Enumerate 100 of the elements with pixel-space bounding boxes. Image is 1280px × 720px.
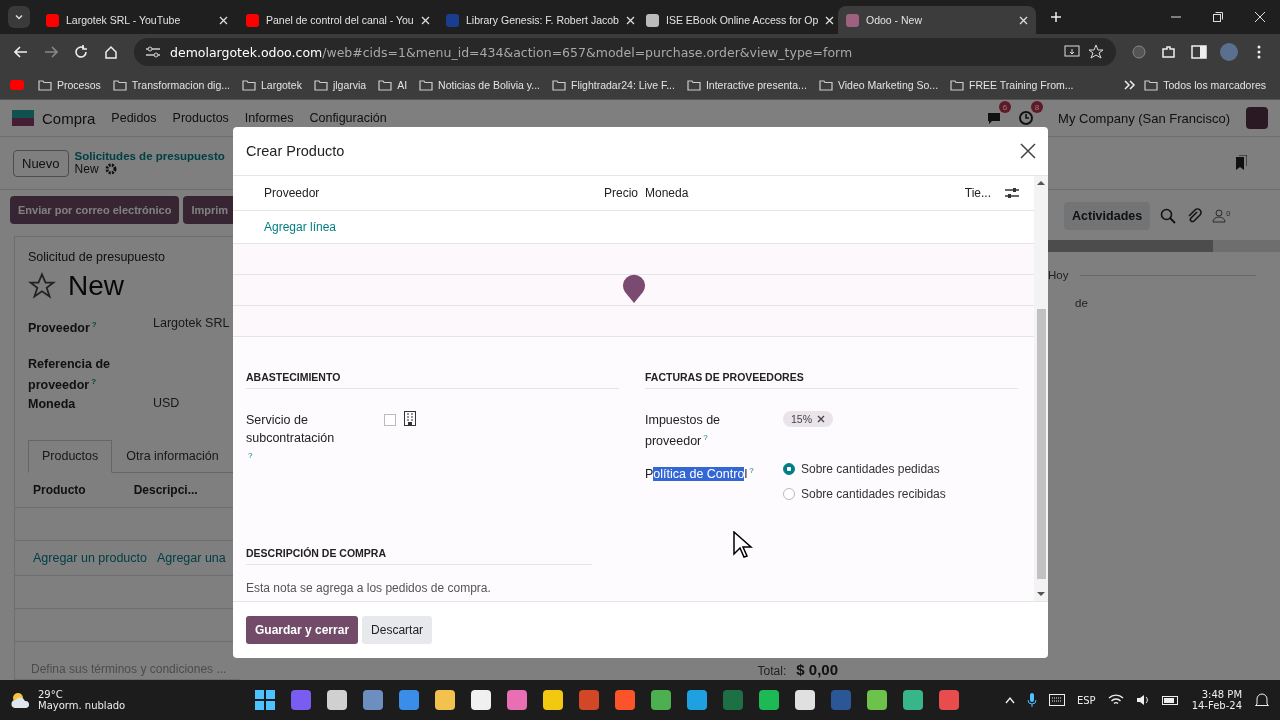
user-avatar[interactable] (1246, 107, 1268, 129)
checkbox[interactable] (384, 414, 396, 426)
favicon-icon (846, 13, 859, 27)
browser-tab[interactable]: Largotek SRL - YouTube (38, 6, 236, 34)
bookmark-icon[interactable] (1235, 155, 1247, 171)
app-name[interactable]: Compra (42, 109, 96, 127)
form-tab[interactable]: Productos (28, 440, 113, 473)
paperclip-icon[interactable] (1186, 208, 1203, 224)
weather-text: Mayorm. nublado (38, 700, 126, 711)
tax-tag[interactable]: 15% (783, 411, 833, 427)
bookmark[interactable]: AI (374, 78, 412, 91)
clock-icon[interactable] (1018, 110, 1035, 126)
building-icon (404, 411, 416, 426)
dialog-title: Crear Producto (246, 143, 345, 159)
chat-count-badge: 6 (999, 101, 1012, 113)
browser-tab[interactable]: Library Genesis: F. Robert Jacob (438, 6, 636, 34)
person-icon[interactable] (1212, 209, 1227, 223)
battery-icon[interactable] (1161, 694, 1180, 706)
description-field[interactable]: Esta nota se agrega a los pedidos de compra. (246, 581, 1034, 596)
favicon-icon (46, 13, 59, 27)
chatter-message: de (1074, 296, 1089, 309)
menu-item[interactable]: Productos (172, 111, 229, 125)
bookmark[interactable]: jlgarvia (309, 78, 371, 91)
scroll-down-icon[interactable] (1037, 591, 1045, 597)
field-value[interactable]: USD (153, 396, 180, 436)
mouse-cursor-icon (733, 531, 753, 559)
radio-option[interactable]: Sobre cantidades recibidas (783, 487, 946, 502)
column-header: Producto (33, 483, 86, 497)
field-label: Proveedor $^{?}$ (28, 319, 98, 338)
temperature: 29°C (38, 689, 64, 700)
record-title: New (68, 270, 124, 302)
video-play-icon[interactable] (10, 79, 24, 90)
company-name[interactable]: My Company (San Francisco) (1058, 110, 1230, 126)
discard-button[interactable]: Descartar (362, 616, 433, 644)
menu-item[interactable]: Pedidos (111, 111, 157, 125)
bookmark[interactable]: Transformacion dig... (108, 78, 234, 91)
favicon-icon (646, 13, 659, 27)
close-icon[interactable] (1020, 143, 1036, 159)
column-header: Tie... (964, 186, 991, 200)
radio-option[interactable]: Sobre cantidades pedidas (783, 462, 946, 477)
field-value[interactable]: Largotek SRL (153, 316, 230, 356)
notification-bell-icon[interactable] (1254, 692, 1270, 708)
site-settings-icon[interactable] (146, 46, 160, 58)
column-settings-icon[interactable] (1005, 187, 1019, 199)
menu-item[interactable]: Configuración (309, 111, 387, 125)
browser-tab[interactable]: Panel de control del canal - You (238, 6, 436, 34)
field-label: Referencia de proveedor $^{?}$ (28, 356, 111, 395)
bookmark[interactable]: Procesos (34, 78, 105, 91)
favicon-icon (446, 13, 459, 27)
bookmark[interactable]: Interactive presenta... (682, 78, 811, 91)
action-button[interactable]: Enviar por correo electrónico (10, 196, 180, 224)
section-title: FACTURAS DE PROVEEDORES (645, 371, 1018, 389)
bookmark[interactable]: Flightradar24: Live F... (548, 78, 679, 91)
section-title: DESCRIPCIÓN DE COMPRA (246, 547, 592, 566)
search-icon[interactable] (1160, 208, 1177, 224)
chevron-up-icon[interactable] (1004, 696, 1015, 704)
form-tab[interactable]: Otra información (112, 440, 233, 472)
column-header: Precio (604, 186, 639, 200)
bookmark[interactable]: Noticias de Bolivia y... (415, 78, 544, 91)
field-label: Impuestos de proveedor $^{?}$ (645, 412, 722, 451)
clock-date: 14-Feb-24 (1191, 700, 1242, 711)
wifi-icon[interactable] (1107, 694, 1124, 706)
clock-time: 3:48 PM (1201, 689, 1242, 700)
activities-button[interactable]: Actividades (1064, 202, 1151, 230)
radio-button[interactable] (783, 463, 795, 476)
activity-count-badge: 8 (1031, 101, 1044, 113)
section-title: ABASTECIMIENTO (246, 371, 619, 389)
form-subtitle: Solicitud de presupuesto (28, 250, 166, 264)
new-button[interactable]: Nuevo (13, 149, 69, 177)
bookmark[interactable]: Largotek (238, 78, 306, 91)
chevron-double-right-icon[interactable] (1124, 79, 1137, 90)
browser-tab[interactable]: ISE EBook Online Access for Op (638, 6, 836, 34)
bookmark[interactable]: Todos los marcadores (1140, 78, 1270, 91)
total-value: $ 0,00 (796, 661, 838, 678)
scroll-up-icon[interactable] (1037, 180, 1045, 186)
field-label: Moneda (28, 396, 77, 413)
install-app-icon[interactable] (1064, 45, 1080, 59)
address-bar[interactable]: demolargotek.odoo.com/web#cids=1&menu_id=434&action=657&model=purchase.order&view_type=form (134, 38, 1116, 66)
speaker-icon[interactable] (1135, 694, 1150, 706)
column-header: Moneda (645, 186, 690, 200)
save-button[interactable]: Guardar y cerrar (246, 616, 359, 644)
keyboard-icon[interactable] (1048, 694, 1065, 706)
star-icon[interactable] (28, 272, 56, 300)
bookmark[interactable]: FREE Training From... (946, 78, 1078, 91)
date-separator: Hoy (1048, 269, 1069, 281)
cloud-sun-icon (10, 691, 32, 709)
radio-button[interactable] (783, 488, 795, 501)
remove-icon[interactable] (817, 415, 825, 423)
column-header: Proveedor (264, 186, 321, 200)
browser-tab[interactable]: Odoo - New (838, 6, 1036, 34)
chat-icon[interactable] (986, 110, 1003, 126)
tab-list-icon[interactable] (8, 6, 30, 28)
add-line-link[interactable]: Agregar línea (264, 220, 337, 234)
column-header: Descripci... (133, 483, 198, 497)
microphone-icon[interactable] (1026, 692, 1037, 708)
bookmark[interactable]: Video Marketing So... (814, 78, 943, 91)
favicon-icon (246, 13, 259, 27)
menu-item[interactable]: Informes (244, 111, 294, 125)
language-indicator[interactable]: ESP (1076, 694, 1096, 706)
scrollbar[interactable] (1034, 176, 1048, 601)
